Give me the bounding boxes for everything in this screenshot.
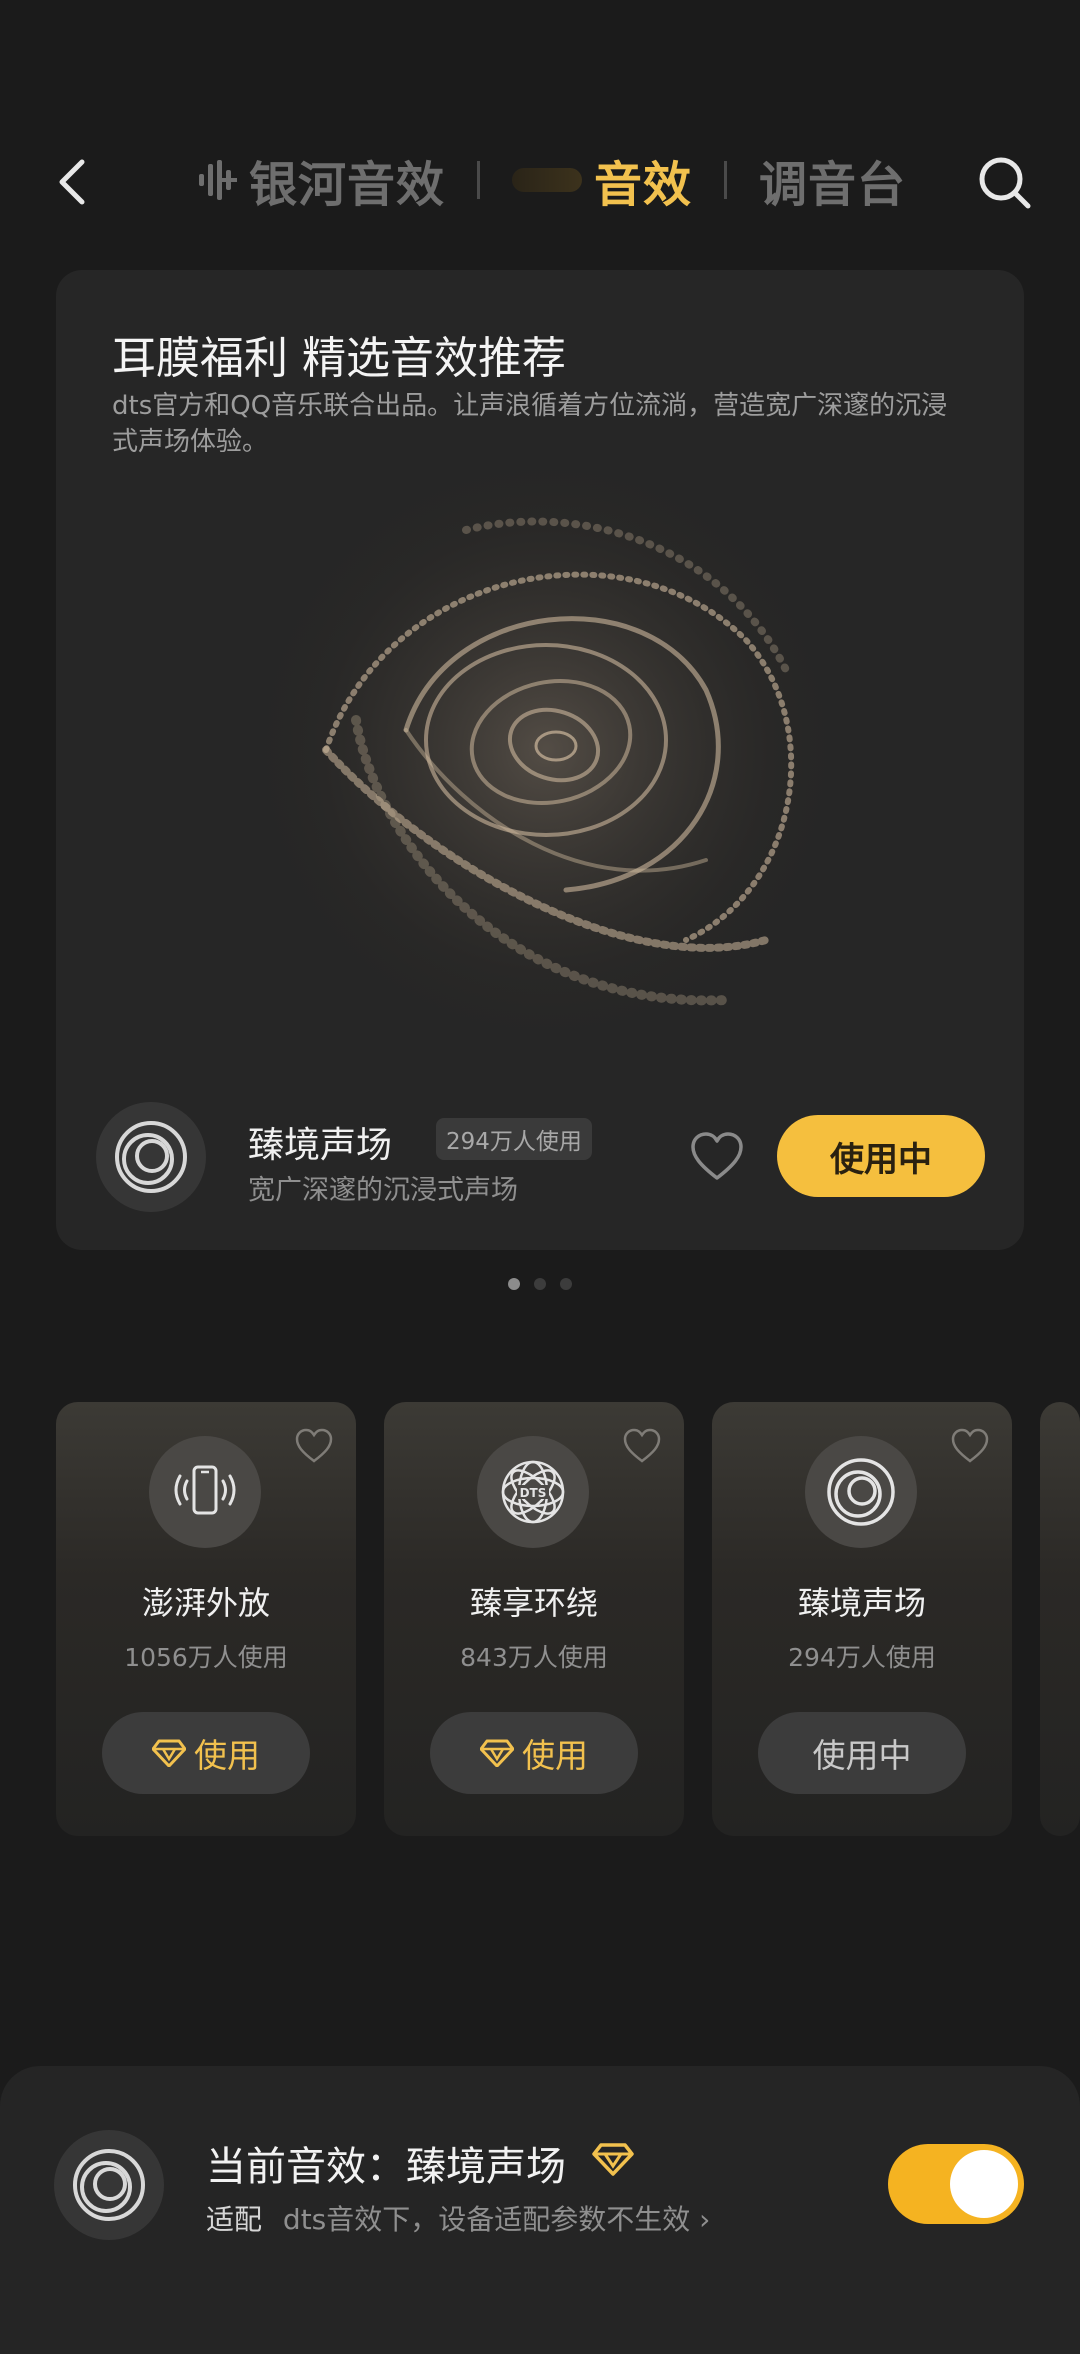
diamond-icon <box>480 1739 514 1767</box>
use-button-label: 使用中 <box>812 1736 912 1775</box>
heart-icon[interactable] <box>688 1128 746 1186</box>
diamond-icon <box>152 1739 186 1767</box>
tab-sound-effects[interactable]: 音效 <box>512 145 692 215</box>
adapt-label: 适配 <box>206 2203 263 2236</box>
use-button[interactable]: 使用 <box>430 1712 638 1794</box>
effect-subtitle: 宽广深邃的沉浸式声场 <box>248 1175 518 1206</box>
effect-card[interactable]: 澎湃外放 1056万人使用 使用 <box>56 1402 356 1836</box>
effect-name: 臻境声场 <box>797 1584 926 1622</box>
effect-icon-wrap <box>805 1436 917 1548</box>
heart-icon[interactable] <box>950 1426 990 1466</box>
top-bar: 银河音效 音效 调音台 <box>0 140 1080 220</box>
featured-effect-card[interactable]: 耳膜福利 精选音效推荐 dts官方和QQ音乐联合出品。让声浪循着方位流淌，营造宽… <box>56 270 1024 1250</box>
effect-icon-wrap: DTS <box>477 1436 589 1548</box>
current-effect-note[interactable]: 适配 dts音效下，设备适配参数不生效 › <box>206 2198 710 2238</box>
use-button-label: 使用 <box>194 1736 260 1775</box>
effect-card-partial[interactable] <box>1040 1402 1080 1836</box>
tab-label: 银河音效 <box>249 157 446 213</box>
effect-avatar <box>96 1102 206 1212</box>
in-use-button[interactable]: 使用中 <box>777 1115 985 1197</box>
effect-name: 臻享环绕 <box>469 1584 598 1622</box>
usage-count: 294万人使用 <box>788 1643 936 1672</box>
heart-icon[interactable] <box>622 1426 662 1466</box>
carousel-dot[interactable] <box>508 1278 520 1290</box>
use-button-label: 使用 <box>522 1736 588 1775</box>
effect-card[interactable]: 臻境声场 294万人使用 使用中 <box>712 1402 1012 1836</box>
adapt-note: dts音效下，设备适配参数不生效 <box>282 2203 691 2236</box>
current-effect-avatar <box>54 2130 164 2240</box>
rings-icon <box>73 2149 145 2221</box>
rings-icon <box>115 1121 187 1193</box>
phone-speaker-icon <box>174 1465 236 1515</box>
tab-label: 调音台 <box>759 157 907 213</box>
current-effect-label: 当前音效：臻境声场 <box>206 2144 566 2190</box>
effect-card-list: 澎湃外放 1056万人使用 使用 DTS 臻享环绕 843万人使用 使用 臻境声… <box>56 1402 1080 1836</box>
heart-icon[interactable] <box>294 1426 334 1466</box>
usage-count: 1056万人使用 <box>124 1643 288 1672</box>
tab-divider <box>724 161 728 199</box>
toggle-knob <box>950 2150 1018 2218</box>
tab-galaxy-sound[interactable]: 银河音效 <box>195 145 445 215</box>
tab-bar: 银河音效 音效 调音台 <box>195 140 906 220</box>
effect-toggle[interactable] <box>888 2144 1024 2224</box>
featured-title: 耳膜福利 精选音效推荐 <box>112 333 566 384</box>
chevron-right-icon: › <box>699 2203 711 2236</box>
usage-count: 843万人使用 <box>460 1643 608 1672</box>
tab-label: 音效 <box>594 157 693 213</box>
rose-particle-artwork <box>226 430 866 1070</box>
dts-icon: DTS <box>501 1460 565 1524</box>
back-arrow-icon[interactable] <box>48 152 98 212</box>
users-badge: 294万人使用 <box>436 1118 592 1160</box>
carousel-dot[interactable] <box>560 1278 572 1290</box>
effect-name: 臻境声场 <box>248 1125 393 1166</box>
diamond-icon <box>592 2143 634 2176</box>
carousel-dot[interactable] <box>534 1278 546 1290</box>
carousel-indicator <box>0 1278 1080 1290</box>
in-use-button[interactable]: 使用中 <box>758 1712 966 1794</box>
rings-icon <box>827 1458 895 1526</box>
dts-label: DTS <box>520 1486 547 1500</box>
current-effect-panel: 当前音效：臻境声场 适配 dts音效下，设备适配参数不生效 › <box>0 2066 1080 2354</box>
tab-decoration <box>512 168 583 192</box>
tab-divider <box>477 161 481 199</box>
effect-card[interactable]: DTS 臻享环绕 843万人使用 使用 <box>384 1402 684 1836</box>
effect-icon-wrap <box>149 1436 261 1548</box>
featured-effect-bar: 臻境声场 294万人使用 宽广深邃的沉浸式声场 使用中 <box>96 1102 996 1212</box>
effect-name: 澎湃外放 <box>141 1584 270 1622</box>
search-icon[interactable] <box>974 152 1034 212</box>
use-button[interactable]: 使用 <box>102 1712 310 1794</box>
tab-mixer[interactable]: 调音台 <box>759 145 906 215</box>
waveform-icon <box>199 160 237 200</box>
